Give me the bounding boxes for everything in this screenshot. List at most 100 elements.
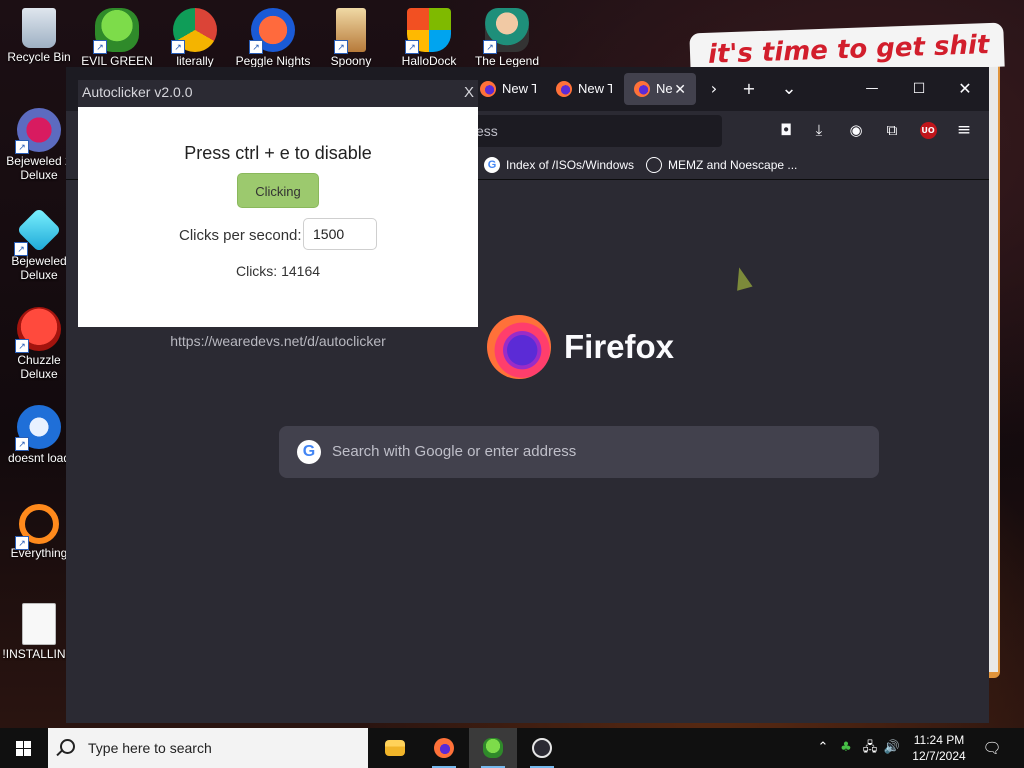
hamburger-menu-icon[interactable]: ≡ [949, 115, 979, 145]
list-all-tabs-chevron-down-icon[interactable]: ⌄ [773, 73, 805, 105]
firefox-favicon-icon [480, 81, 496, 97]
tab-close-icon[interactable]: ✕ [674, 73, 686, 105]
shortcut-arrow-icon: ↗ [405, 40, 419, 54]
bookmark-memz[interactable]: MEMZ and Noescape ... [646, 156, 797, 174]
tray-app-icon[interactable]: ♣ [836, 728, 856, 768]
tab-active[interactable]: Ne ✕ [624, 73, 696, 105]
desktop-icon-evil-green[interactable]: ↗ EVIL GREEN [78, 8, 156, 68]
desktop-icon-label: Peggle Nights [235, 54, 311, 68]
desktop-icon-label: HalloDock [401, 54, 457, 68]
downloads-icon[interactable]: ⤓ [804, 115, 834, 145]
pocket-icon[interactable]: ◘ [771, 115, 801, 145]
game-character-icon: ↗ [483, 8, 529, 54]
autoclicker-app-icon [532, 738, 552, 758]
url-bar[interactable]: ess [466, 115, 722, 147]
autoclicker-source-link[interactable]: https://wearedevs.net/d/autoclicker [78, 333, 478, 349]
clock-date: 12/7/2024 [912, 749, 966, 763]
google-logo-icon: G [297, 440, 321, 464]
network-icon[interactable]: 🖧 [860, 728, 880, 768]
bejeweled-2-icon: ↗ [15, 108, 61, 154]
clock-time: 11:24 PM [913, 733, 965, 747]
window-close-icon[interactable]: ✕ [949, 73, 981, 105]
shortcut-arrow-icon: ↗ [93, 40, 107, 54]
bookmark-label: Index of /ISOs/Windows [506, 158, 635, 172]
start-button[interactable] [0, 728, 48, 768]
shortcut-arrow-icon: ↗ [15, 140, 29, 154]
firefox-icon [434, 738, 454, 758]
volume-icon[interactable]: 🔊 [882, 728, 902, 768]
taskbar-search-placeholder: Type here to search [88, 740, 212, 756]
desktop-icon-label: EVIL GREEN [81, 54, 153, 68]
green-frog-icon [483, 738, 503, 758]
click-counter: Clicks: 14164 [235, 263, 321, 279]
autoclicker-title: Autoclicker v2.0.0 [82, 84, 193, 100]
taskbar-evil-green[interactable] [469, 728, 517, 768]
cps-input[interactable] [303, 218, 377, 250]
desktop-icon-recycle-bin[interactable]: Recycle Bin [0, 8, 78, 64]
desktop-icon-hallodock[interactable]: ↗ HalloDock [390, 8, 468, 68]
clicking-toggle-button[interactable]: Clicking [237, 173, 319, 208]
desktop-icon-peggle-nights[interactable]: ↗ Peggle Nights [234, 8, 312, 68]
google-favicon-icon: G [484, 157, 500, 173]
tab-new-tab-1[interactable]: New T [470, 73, 536, 105]
folder-icon [385, 740, 405, 756]
bookmark-isos-windows[interactable]: G Index of /ISOs/Windows [484, 156, 634, 174]
taskbar-search-box[interactable]: Type here to search [48, 728, 368, 768]
thunderbird-icon: ↗ [15, 405, 61, 451]
windows-logo-icon: ↗ [405, 8, 451, 54]
desktop-icon-label: Spoony [330, 54, 372, 68]
spoony-icon: ↗ [334, 8, 366, 54]
firefox-logo-icon [487, 315, 551, 379]
shortcut-arrow-icon: ↗ [483, 40, 497, 54]
taskbar-file-explorer[interactable] [371, 728, 419, 768]
text-document-icon [22, 603, 56, 645]
desktop-icon-label: Recycle Bin [7, 50, 71, 64]
disable-instruction: Press ctrl + e to disable [184, 143, 372, 163]
tab-new-tab-2[interactable]: New T [546, 73, 612, 105]
ublock-origin-icon[interactable]: UO [913, 115, 943, 145]
recycle-bin-icon [22, 8, 56, 48]
maximize-icon[interactable]: ☐ [903, 73, 935, 105]
desktop-icon-spoony[interactable]: ↗ Spoony [312, 8, 390, 68]
peggle-icon: ↗ [249, 8, 295, 54]
firefox-favicon-icon [634, 81, 650, 97]
newtab-search-box[interactable]: G Search with Google or enter address [279, 426, 879, 478]
firefox-favicon-icon [556, 81, 572, 97]
desktop-icon-literally[interactable]: ↗ literally [156, 8, 234, 68]
shortcut-arrow-icon: ↗ [15, 536, 29, 550]
taskbar-firefox[interactable] [420, 728, 468, 768]
new-tab-plus-icon[interactable]: + [733, 73, 765, 105]
bookmark-label: MEMZ and Noescape ... [668, 158, 798, 172]
taskbar-autoclicker[interactable] [518, 728, 566, 768]
tab-label: Ne [656, 81, 673, 96]
evil-green-icon: ↗ [93, 8, 139, 54]
tab-label: New T [502, 81, 536, 96]
tab-label: New T [578, 81, 612, 96]
show-hidden-icons-chevron-up-icon[interactable]: ⌃ [814, 728, 832, 768]
notifications-icon[interactable]: 🗨 [980, 728, 1004, 768]
windows-start-icon [16, 741, 31, 756]
minimize-icon[interactable]: — [856, 73, 888, 105]
desktop-icon-label: The Legend [474, 54, 540, 68]
account-icon[interactable]: ◉ [841, 115, 871, 145]
cps-label: Clicks per second: [179, 227, 302, 244]
everything-search-icon: ↗ [15, 504, 59, 550]
shortcut-arrow-icon: ↗ [249, 40, 263, 54]
desktop-icon-the-legend[interactable]: ↗ The Legend [468, 8, 546, 68]
shortcut-arrow-icon: ↗ [15, 339, 29, 353]
extensions-puzzle-icon[interactable]: ⧉ [877, 115, 907, 145]
chrome-icon: ↗ [171, 8, 217, 54]
autoclicker-titlebar[interactable]: Autoclicker v2.0.0 X [78, 80, 478, 107]
chuzzle-icon: ↗ [15, 307, 61, 353]
firefox-wordmark: Firefox [564, 328, 675, 365]
system-clock[interactable]: 11:24 PM 12/7/2024 [904, 732, 974, 764]
mouse-cursor-icon [731, 265, 753, 291]
scroll-tabs-chevron-right-icon[interactable]: › [698, 73, 730, 105]
search-icon [60, 739, 75, 754]
ublock-badge: UO [919, 122, 937, 139]
search-placeholder: Search with Google or enter address [332, 443, 577, 460]
globe-icon [646, 157, 662, 173]
autoclicker-close-button[interactable]: X [464, 84, 474, 101]
shortcut-arrow-icon: ↗ [334, 40, 348, 54]
taskbar: Type here to search ⌃ ♣ 🖧 🔊 11:24 PM 12/… [0, 728, 1024, 768]
